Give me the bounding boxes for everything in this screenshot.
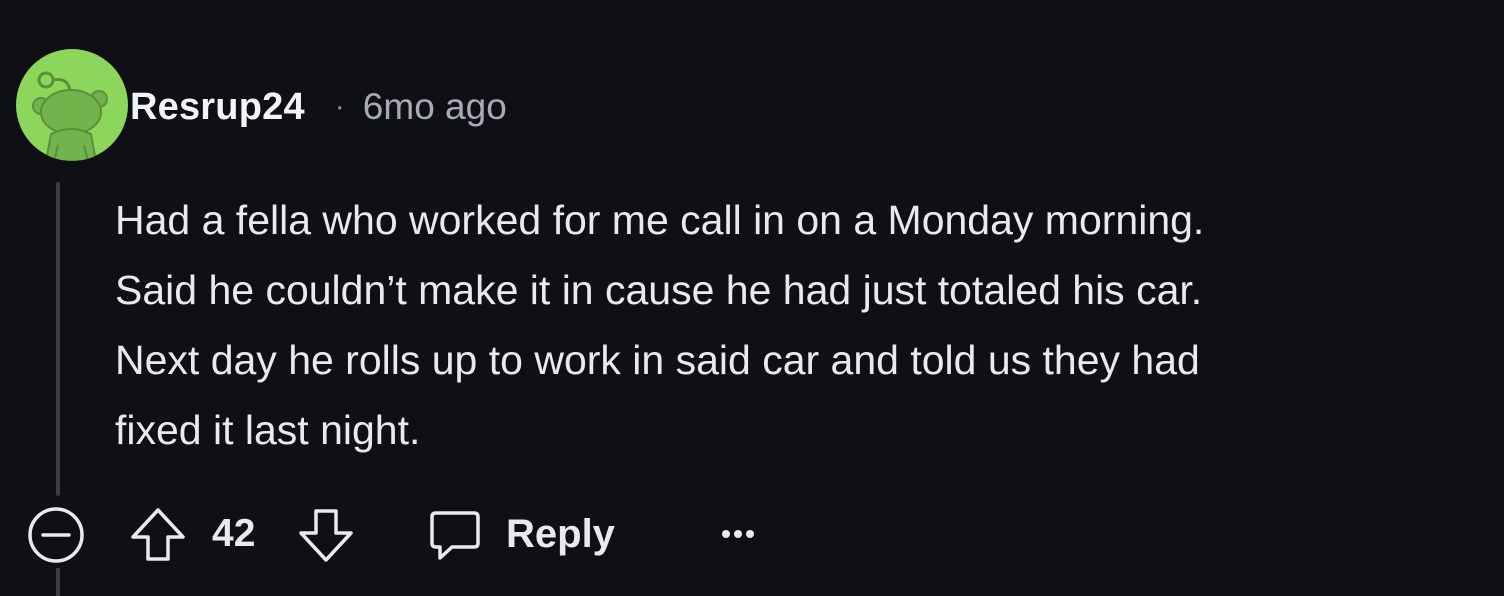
comment-header: Resrup24 · 6mo ago	[130, 82, 507, 132]
downvote-button[interactable]	[294, 503, 358, 567]
snoo-avatar-icon	[32, 71, 108, 161]
thread-line-continuation	[56, 568, 60, 596]
comment-body: Had a fella who worked for me call in on…	[115, 185, 1485, 465]
timestamp[interactable]: 6mo ago	[363, 86, 507, 128]
collapse-minus-icon	[28, 507, 84, 563]
vote-count: 42	[212, 512, 256, 555]
comment-line: Next day he rolls up to work in said car…	[115, 337, 1200, 383]
thread-line[interactable]	[56, 182, 60, 496]
comment-line: fixed it last night.	[115, 407, 421, 453]
comment-actions: 42 Reply	[26, 500, 826, 568]
more-options-icon	[722, 530, 754, 538]
downvote-arrow-icon	[299, 509, 353, 562]
reply-label: Reply	[506, 511, 615, 556]
username[interactable]: Resrup24	[130, 86, 305, 129]
more-options-button[interactable]	[712, 508, 764, 560]
upvote-arrow-icon	[131, 508, 185, 561]
collapse-button[interactable]	[26, 505, 86, 565]
comment-line: Had a fella who worked for me call in on…	[115, 197, 1205, 243]
reply-button[interactable]: Reply	[426, 502, 615, 566]
speech-bubble-icon	[430, 511, 480, 560]
comment-line: Said he couldn’t make it in cause he had…	[115, 267, 1203, 313]
user-avatar[interactable]	[16, 49, 128, 161]
upvote-button[interactable]	[126, 503, 190, 567]
comment-container: Resrup24 · 6mo ago Had a fella who worke…	[0, 0, 1504, 596]
meta-separator: ·	[334, 90, 345, 123]
